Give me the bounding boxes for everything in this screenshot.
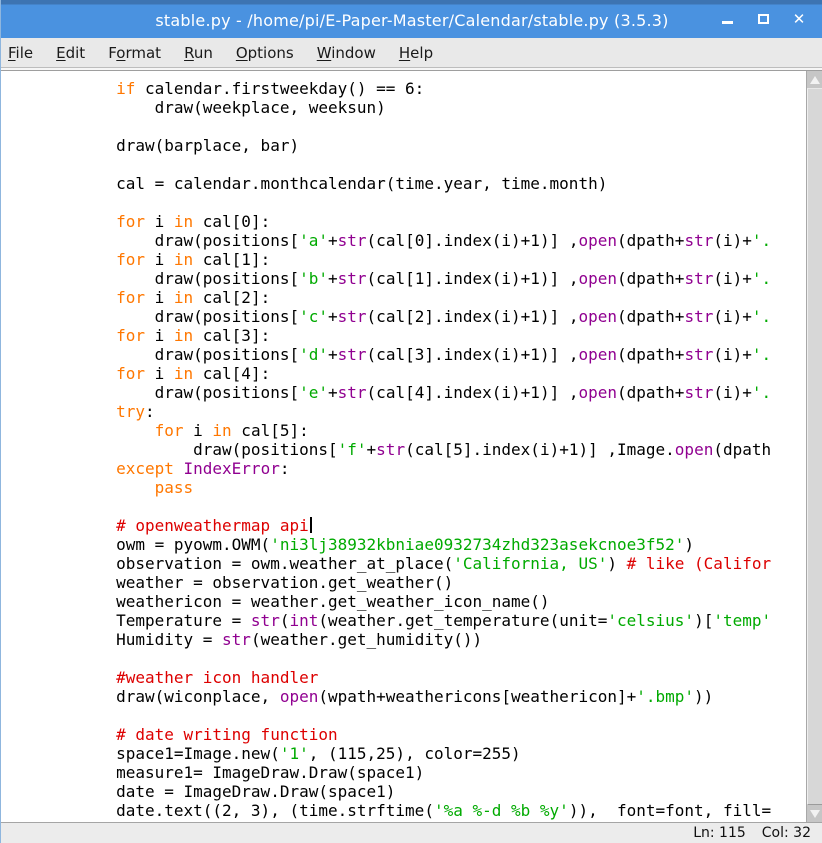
code-line <box>39 497 806 516</box>
status-bar: Ln: 115 Col: 32 <box>1 822 822 843</box>
status-col-indicator: Col: 32 <box>762 825 811 841</box>
arrow-down-icon <box>810 810 820 818</box>
code-line: space1=Image.new('1', (115,25), color=25… <box>39 744 806 763</box>
code-area[interactable]: if calendar.firstweekday() == 6: draw(we… <box>1 71 806 822</box>
status-line-indicator: Ln: 115 <box>693 825 746 841</box>
code-line: pass <box>39 478 806 497</box>
code-line: draw(positions['b'+str(cal[1].index(i)+1… <box>39 269 806 288</box>
minimize-icon <box>722 21 733 24</box>
code-line: draw(wiconplace, open(wpath+weathericons… <box>39 687 806 706</box>
code-line: draw(positions['e'+str(cal[4].index(i)+1… <box>39 383 806 402</box>
idle-editor-window: stable.py - /home/pi/E-Paper-Master/Cale… <box>1 0 822 843</box>
code-line: draw(weekplace, weeksun) <box>39 98 806 117</box>
close-icon: ✕ <box>793 12 806 27</box>
window-title: stable.py - /home/pi/E-Paper-Master/Cale… <box>155 8 668 30</box>
code-line: measure1= ImageDraw.Draw(space1) <box>39 763 806 782</box>
menu-bar: File Edit Format Run Options Window Help <box>1 38 822 68</box>
code-line: owm = pyowm.OWM('ni3lj38932kbniae0932734… <box>39 535 806 554</box>
code-line: # date writing function <box>39 725 806 744</box>
minimize-button[interactable] <box>719 11 735 27</box>
arrow-up-icon <box>810 76 820 84</box>
code-line: Humidity = str(weather.get_humidity()) <box>39 630 806 649</box>
code-line: draw(barplace, bar) <box>39 136 806 155</box>
code-line: for i in cal[3]: <box>39 326 806 345</box>
close-button[interactable]: ✕ <box>791 11 807 27</box>
code-line: for i in cal[0]: <box>39 212 806 231</box>
code-line: cal = calendar.monthcalendar(time.year, … <box>39 174 806 193</box>
code-line: #weather icon handler <box>39 668 806 687</box>
vertical-scrollbar[interactable] <box>806 71 822 822</box>
code-line: try: <box>39 402 806 421</box>
code-line: weather = observation.get_weather() <box>39 573 806 592</box>
code-line: draw(positions['f'+str(cal[5].index(i)+1… <box>39 440 806 459</box>
code-line: except IndexError: <box>39 459 806 478</box>
code-line: draw(positions['c'+str(cal[2].index(i)+1… <box>39 307 806 326</box>
window-controls: ✕ <box>719 0 807 38</box>
code-line: date = ImageDraw.Draw(space1) <box>39 782 806 801</box>
title-bar[interactable]: stable.py - /home/pi/E-Paper-Master/Cale… <box>1 0 822 38</box>
menu-item-run[interactable]: Run <box>182 42 215 64</box>
scroll-down-button[interactable] <box>807 805 822 822</box>
menu-item-help[interactable]: Help <box>397 42 435 64</box>
code-line <box>39 706 806 725</box>
scrollbar-thumb[interactable] <box>807 88 822 805</box>
code-line: date.text((2, 3), (time.strftime('%a %-d… <box>39 801 806 820</box>
menu-item-file[interactable]: File <box>6 42 35 64</box>
code-line <box>39 117 806 136</box>
menu-item-edit[interactable]: Edit <box>54 42 87 64</box>
code-line <box>39 649 806 668</box>
menu-item-options[interactable]: Options <box>234 42 296 64</box>
code-line: if calendar.firstweekday() == 6: <box>39 79 806 98</box>
code-line <box>39 155 806 174</box>
code-line: observation = owm.weather_at_place('Cali… <box>39 554 806 573</box>
menu-item-window[interactable]: Window <box>315 42 378 64</box>
code-line: Temperature = str(int(weather.get_temper… <box>39 611 806 630</box>
scroll-up-button[interactable] <box>807 71 822 88</box>
code-line: for i in cal[2]: <box>39 288 806 307</box>
code-line: for i in cal[1]: <box>39 250 806 269</box>
code-line: # openweathermap api <box>39 516 806 535</box>
code-line: weathericon = weather.get_weather_icon_n… <box>39 592 806 611</box>
editor-main: if calendar.firstweekday() == 6: draw(we… <box>1 71 822 822</box>
code-line: draw(positions['d'+str(cal[3].index(i)+1… <box>39 345 806 364</box>
maximize-icon <box>758 14 769 24</box>
text-cursor <box>310 517 312 533</box>
menu-item-format[interactable]: Format <box>106 42 163 64</box>
code-line: draw(positions['a'+str(cal[0].index(i)+1… <box>39 231 806 250</box>
code-line: for i in cal[5]: <box>39 421 806 440</box>
maximize-button[interactable] <box>755 11 771 27</box>
code-line <box>39 193 806 212</box>
code-line: for i in cal[4]: <box>39 364 806 383</box>
